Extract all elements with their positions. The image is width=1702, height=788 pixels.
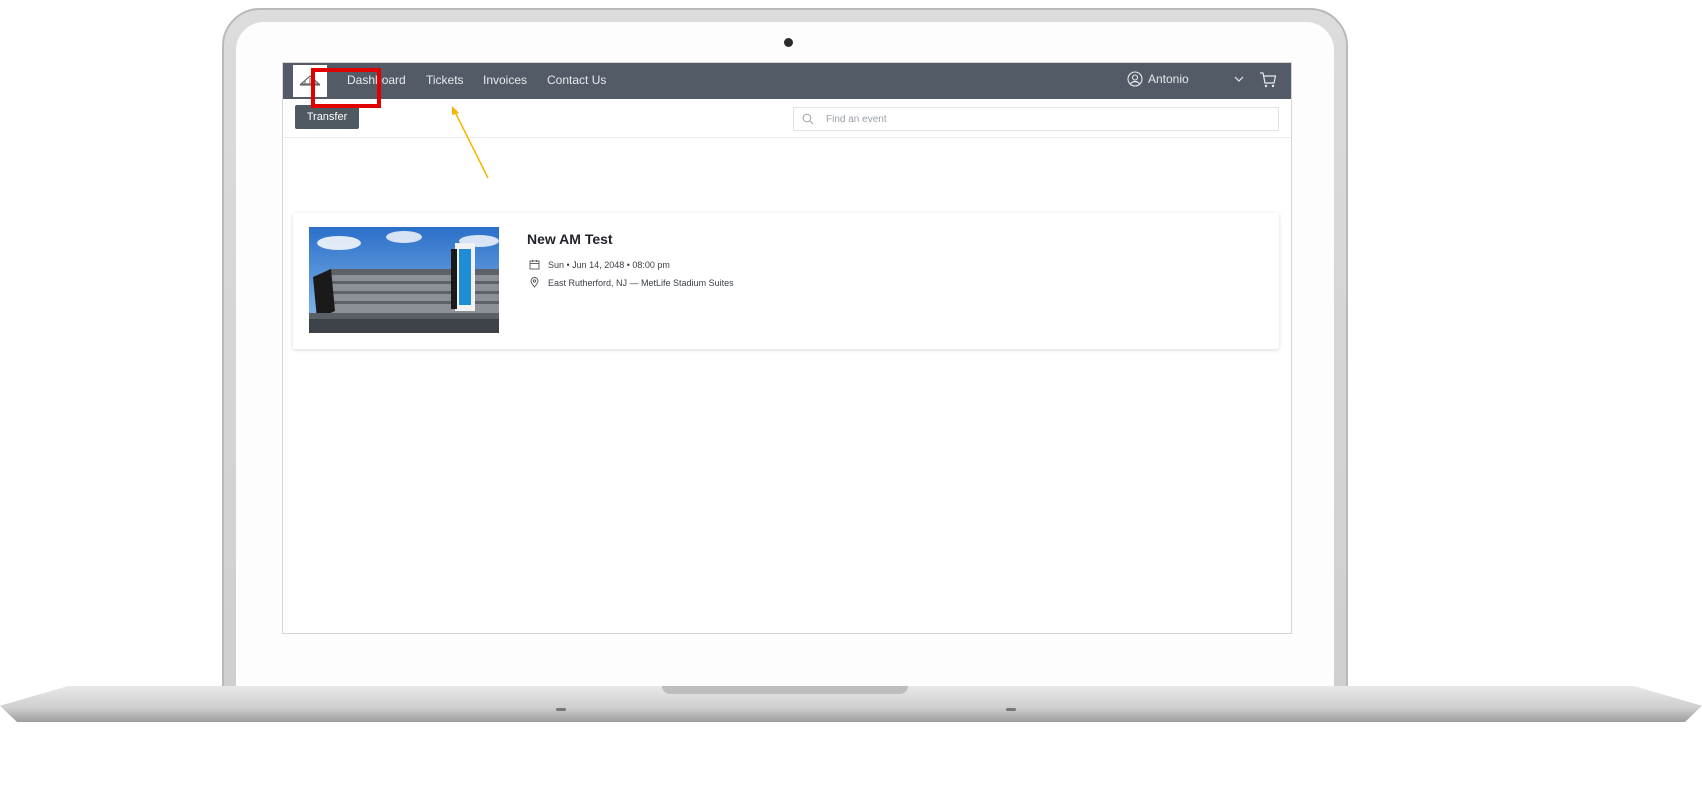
nav-contact-us[interactable]: Contact Us: [547, 73, 606, 87]
annotation-arrow-icon: [452, 106, 489, 179]
top-navbar: Dashboard Tickets Invoices Contact Us An…: [283, 63, 1291, 99]
location-pin-icon: [530, 277, 539, 288]
cart-icon[interactable]: [1259, 71, 1277, 89]
event-card[interactable]: New AM Test Sun • Jun 14, 2048 • 08:00 p…: [293, 213, 1279, 349]
event-location-row: East Rutherford, NJ — MetLife Stadium Su…: [529, 277, 734, 288]
event-title[interactable]: New AM Test: [527, 231, 613, 247]
header-divider: [283, 137, 1291, 138]
user-name: Antonio: [1148, 72, 1189, 86]
search-input[interactable]: [824, 112, 1248, 126]
highlight-box: [311, 68, 381, 108]
search-box[interactable]: [793, 107, 1279, 131]
transfer-button[interactable]: Transfer: [295, 105, 359, 129]
user-circle-icon: [1127, 71, 1143, 87]
app-screen: Dashboard Tickets Invoices Contact Us An…: [282, 62, 1292, 634]
event-datetime: Sun • Jun 14, 2048 • 08:00 pm: [548, 259, 670, 270]
laptop-notch: [662, 686, 908, 694]
search-icon: [802, 113, 814, 125]
laptop-foot: [556, 708, 566, 711]
event-date-row: Sun • Jun 14, 2048 • 08:00 pm: [529, 259, 670, 270]
calendar-icon: [529, 260, 540, 270]
laptop-foot: [1006, 708, 1016, 711]
user-menu[interactable]: Antonio: [1127, 71, 1189, 87]
nav-tickets[interactable]: Tickets: [426, 73, 464, 87]
event-location: East Rutherford, NJ — MetLife Stadium Su…: [548, 277, 734, 288]
nav-invoices[interactable]: Invoices: [483, 73, 527, 87]
event-image[interactable]: [309, 227, 499, 333]
webcam: [784, 38, 793, 47]
chevron-down-icon[interactable]: [1233, 73, 1245, 85]
